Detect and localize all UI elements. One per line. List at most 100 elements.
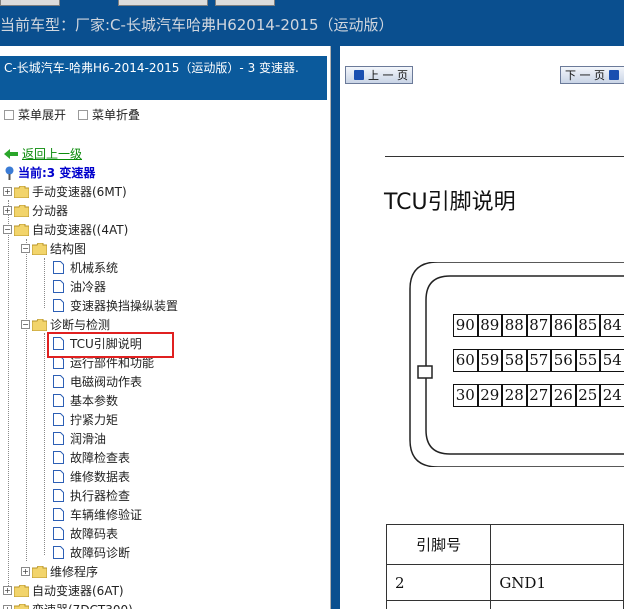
document-icon: [53, 489, 64, 502]
tree-label: 分动器: [32, 204, 69, 218]
app-window: 当前车型：厂家:C-长城汽车哈弗H62014-2015（运动版） C-长城汽车-…: [0, 0, 624, 609]
panel-divider[interactable]: [331, 46, 340, 609]
collapse-toggle-icon[interactable]: −: [3, 225, 12, 234]
table-header-pin: 引脚号: [385, 524, 492, 565]
location-pin-icon: [5, 166, 14, 180]
tree-label: 变速器(7DCT300): [32, 601, 133, 609]
open-folder-icon: [32, 242, 47, 255]
tree-label: 电磁阀动作表: [70, 375, 143, 389]
menu-collapse-button[interactable]: 菜单折叠: [78, 106, 140, 123]
tree-node-solenoid[interactable]: 电磁阀动作表: [53, 372, 142, 391]
tree-node-structure[interactable]: − 结构图: [21, 239, 86, 258]
table-cell-pin: [385, 600, 492, 609]
next-arrow-icon: [609, 70, 619, 80]
tree-node-cooler[interactable]: 油冷器: [53, 277, 106, 296]
collapse-toggle-icon[interactable]: −: [21, 320, 30, 329]
document-icon: [53, 508, 64, 521]
left-nav-panel: C-长城汽车-哈弗H6-2014-2015（运动版）- 3 变速器. 菜单展开 …: [0, 46, 331, 609]
tree-label: 油冷器: [70, 280, 107, 294]
pin-cell: 90: [453, 314, 478, 337]
tree-node-actuator[interactable]: 执行器检查: [53, 486, 130, 505]
document-icon: [53, 375, 64, 388]
folder-icon: [14, 584, 29, 597]
pin-row-3: 30 29 28 27 26 25 24: [453, 384, 624, 407]
prev-page-button[interactable]: 上 一 页: [345, 66, 413, 84]
expand-toggle-icon[interactable]: +: [3, 586, 12, 595]
menu-expand-label: 菜单展开: [18, 108, 67, 122]
pin-cell: 29: [477, 384, 502, 407]
pin-cell: 88: [502, 314, 527, 337]
table-row: [385, 600, 624, 609]
open-folder-icon: [32, 318, 47, 331]
tree-label: 机械系统: [70, 261, 119, 275]
pin-cell: 54: [600, 349, 624, 372]
current-location: 当前:3 变速器: [4, 164, 95, 181]
tree-label: 润滑油: [70, 432, 107, 446]
expand-toggle-icon[interactable]: +: [21, 567, 30, 576]
back-link-label: 返回上一级: [22, 147, 83, 161]
expand-toggle-icon[interactable]: +: [3, 605, 12, 609]
table-cell-desc: [490, 600, 624, 609]
expand-toggle-icon[interactable]: +: [3, 187, 12, 196]
pin-table: 引脚号 2 GND1: [385, 524, 624, 609]
document-icon: [53, 299, 64, 312]
tree-node-auto4[interactable]: − 自动变速器((4AT): [3, 220, 128, 239]
pin-cell: 89: [477, 314, 502, 337]
expand-checkbox-icon: [4, 109, 14, 120]
current-location-label: 当前:3 变速器: [18, 166, 96, 180]
pin-cell: 24: [600, 384, 624, 407]
tree-label: 维修数据表: [70, 470, 131, 484]
tree-node-repair-proc[interactable]: + 维修程序: [21, 562, 98, 581]
tree-label: 诊断与检测: [50, 318, 111, 332]
prev-arrow-icon: [354, 70, 364, 80]
back-arrow-icon: [4, 148, 18, 159]
prev-page-label: 上 一 页: [368, 69, 408, 82]
menu-expand-button[interactable]: 菜单展开: [4, 106, 66, 123]
tree-node-transfer[interactable]: + 分动器: [3, 201, 68, 220]
tree-node-repair-data[interactable]: 维修数据表: [53, 467, 130, 486]
tree-line: [26, 239, 27, 561]
tree-label: 手动变速器(6MT): [32, 185, 127, 199]
expand-toggle-icon[interactable]: +: [3, 206, 12, 215]
top-tab-2[interactable]: [118, 0, 208, 6]
pin-row-1: 90 89 88 87 86 85 84: [453, 314, 624, 337]
pin-cell: 27: [526, 384, 551, 407]
pin-cell: 26: [551, 384, 576, 407]
pin-cell: 28: [502, 384, 527, 407]
doc-rule: [385, 156, 624, 157]
tree-node-oil[interactable]: 润滑油: [53, 429, 106, 448]
pin-cell: 57: [526, 349, 551, 372]
tree-node-basic[interactable]: 基本参数: [53, 391, 118, 410]
table-row: 2 GND1: [385, 564, 624, 601]
document-icon: [53, 470, 64, 483]
next-page-label: 下 一 页: [565, 69, 605, 82]
pin-cell: 25: [575, 384, 600, 407]
document-icon: [53, 432, 64, 445]
next-page-button[interactable]: 下 一 页: [560, 66, 624, 84]
tree-label: 拧紧力矩: [70, 413, 119, 427]
back-link[interactable]: 返回上一级: [4, 145, 82, 162]
tree-node-auto6[interactable]: + 自动变速器(6AT): [3, 581, 124, 600]
tree-node-dtc[interactable]: 故障码表: [53, 524, 118, 543]
top-tab-3[interactable]: [215, 0, 275, 6]
tree-label: 故障码表: [70, 527, 119, 541]
collapse-toggle-icon[interactable]: −: [21, 244, 30, 253]
tree-node-mech[interactable]: 机械系统: [53, 258, 118, 277]
tree-label: 车辆维修验证: [70, 508, 143, 522]
collapse-checkbox-icon: [78, 109, 88, 120]
document-icon: [53, 413, 64, 426]
tree-node-fault-check[interactable]: 故障检查表: [53, 448, 130, 467]
tree-line: [44, 258, 45, 308]
top-tab-1[interactable]: [0, 0, 60, 6]
tree-node-verify[interactable]: 车辆维修验证: [53, 505, 142, 524]
tree-label: 维修程序: [50, 565, 99, 579]
pin-cell: 56: [551, 349, 576, 372]
menu-collapse-label: 菜单折叠: [92, 108, 141, 122]
selection-highlight-box: [47, 332, 174, 358]
tree-node-dct[interactable]: + 变速器(7DCT300): [3, 600, 133, 609]
tree-node-manual[interactable]: + 手动变速器(6MT): [3, 182, 127, 201]
tree-node-torque[interactable]: 拧紧力矩: [53, 410, 118, 429]
tree-node-dtc-diag[interactable]: 故障码诊断: [53, 543, 130, 562]
tree-node-shift[interactable]: 变速器换挡操纵装置: [53, 296, 178, 315]
tree-label: 故障码诊断: [70, 546, 131, 560]
